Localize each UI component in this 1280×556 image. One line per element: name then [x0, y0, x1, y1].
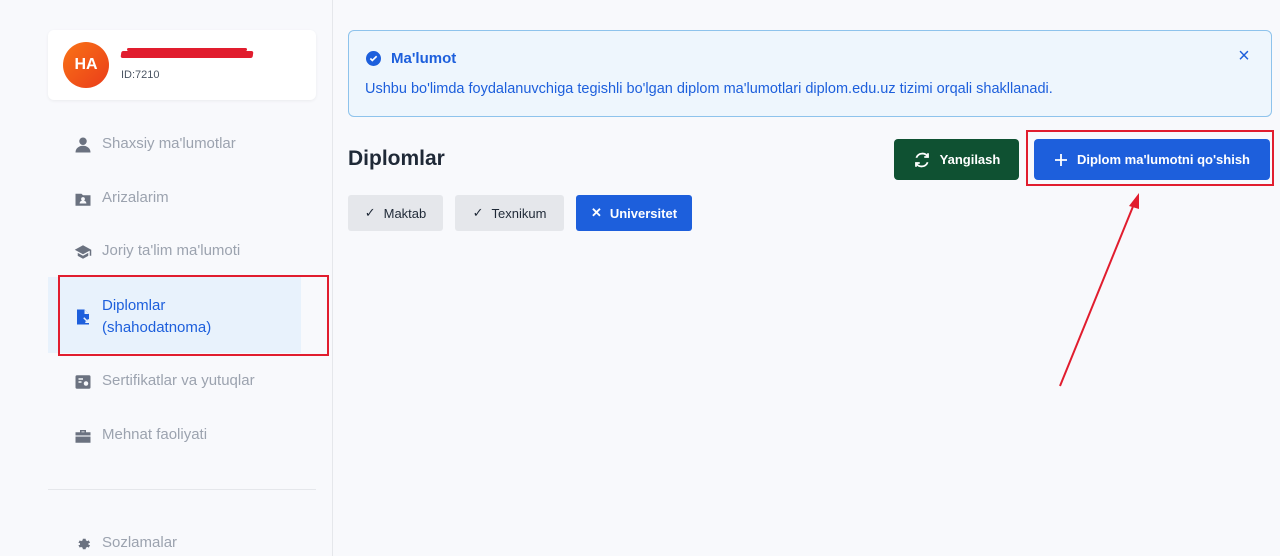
profile-name-redacted: ████████████	[120, 48, 254, 60]
info-text: Ushbu bo'limda foydalanuvchiga tegishli …	[365, 81, 1053, 97]
filter-chip-technikum[interactable]: ✓ Texnikum	[455, 195, 564, 231]
sidebar-item-work-activity[interactable]: Mehnat faoliyati	[48, 426, 301, 446]
sidebar-item-settings[interactable]: Sozlamalar	[48, 534, 301, 554]
filter-chip-school[interactable]: ✓ Maktab	[348, 195, 443, 231]
briefcase-icon	[73, 426, 93, 446]
refresh-icon	[914, 152, 929, 167]
check-circle-icon	[366, 51, 381, 66]
refresh-button[interactable]: Yangilash	[894, 139, 1019, 180]
page-title: Diplomlar	[348, 147, 445, 170]
filter-chip-university[interactable]: ✕ Universitet	[576, 195, 692, 231]
graduation-cap-icon	[73, 242, 93, 262]
gear-icon	[73, 534, 93, 554]
sidebar-item-certificates[interactable]: Sertifikatlar va yutuqlar	[48, 372, 301, 392]
sidebar-item-label: Sertifikatlar va yutuqlar	[102, 372, 255, 389]
sidebar-item-personal-info[interactable]: Shaxsiy ma'lumotlar	[48, 135, 301, 155]
add-diploma-button[interactable]: Diplom ma'lumotni qo'shish	[1034, 139, 1270, 180]
avatar: HA	[63, 42, 109, 88]
sidebar-item-label: Diplomlar (shahodatnoma)	[102, 297, 212, 336]
check-icon: ✓	[364, 205, 376, 220]
user-icon	[73, 135, 93, 155]
info-alert: Ma'lumot Ushbu bo'limda foydalanuvchiga …	[348, 30, 1272, 117]
profile-id: ID:7210	[121, 69, 160, 81]
sidebar-divider	[48, 489, 316, 490]
sidebar: HA ████████████ ID:7210 Shaxsiy ma'lumot…	[0, 0, 333, 556]
document-icon	[73, 307, 93, 327]
folder-contact-icon	[73, 189, 93, 209]
sidebar-item-label: Joriy ta'lim ma'lumoti	[102, 242, 241, 259]
check-icon: ✓	[472, 205, 484, 220]
sidebar-item-applications[interactable]: Arizalarim	[48, 189, 301, 209]
sidebar-item-diplomas[interactable]: Diplomlar (shahodatnoma)	[48, 277, 301, 353]
sidebar-item-label: Mehnat faoliyati	[102, 426, 208, 443]
sidebar-item-label: Shaxsiy ma'lumotlar	[102, 135, 236, 152]
certificate-icon	[73, 372, 93, 392]
close-icon: ✕	[590, 205, 602, 220]
sidebar-item-current-education[interactable]: Joriy ta'lim ma'lumoti	[48, 242, 301, 262]
close-icon[interactable]: ×	[1235, 46, 1253, 66]
sidebar-item-label: Sozlamalar	[102, 534, 178, 551]
plus-icon	[1054, 153, 1067, 166]
sidebar-item-label: Arizalarim	[102, 189, 169, 206]
profile-card[interactable]: HA ████████████ ID:7210	[48, 30, 316, 100]
info-title: Ma'lumot	[366, 50, 456, 67]
